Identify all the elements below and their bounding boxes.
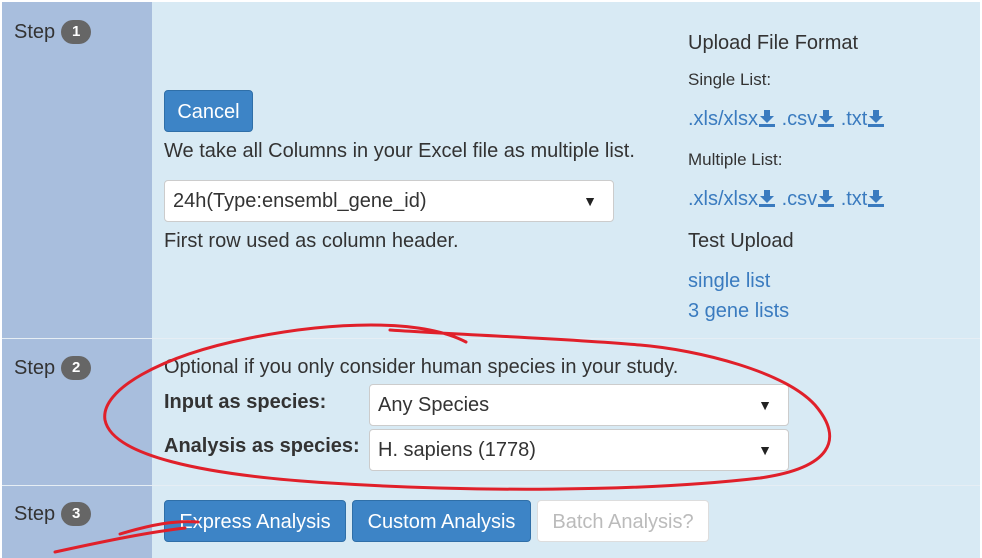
single-list-label: Single List: bbox=[688, 70, 772, 89]
multiple-list-label: Multiple List: bbox=[688, 150, 783, 169]
chevron-down-icon: ▼ bbox=[583, 193, 597, 209]
step1-label: Step 1 bbox=[14, 20, 92, 44]
download-txt-single[interactable]: .txt bbox=[841, 108, 868, 130]
download-icon[interactable] bbox=[758, 109, 776, 127]
step1-content: Cancel We take all Columns in your Excel… bbox=[152, 2, 980, 338]
download-xls-single[interactable]: .xls/xlsx bbox=[688, 108, 758, 130]
input-species-select[interactable]: Any Species ▼ bbox=[369, 384, 789, 426]
multiple-list-description: We take all Columns in your Excel file a… bbox=[164, 140, 635, 162]
download-csv-single[interactable]: .csv bbox=[782, 108, 818, 130]
step3-label: Step 3 bbox=[14, 502, 92, 526]
analysis-species-value: H. sapiens (1778) bbox=[378, 439, 536, 461]
download-icon[interactable] bbox=[867, 109, 885, 127]
header-note: First row used as column header. bbox=[164, 230, 459, 252]
input-species-value: Any Species bbox=[378, 394, 490, 416]
species-note: Optional if you only consider human spec… bbox=[164, 356, 679, 378]
input-species-label: Input as species: bbox=[164, 391, 327, 413]
step1-row: Step 1 Cancel We take all Columns in your… bbox=[2, 2, 980, 339]
chevron-down-icon: ▼ bbox=[758, 442, 772, 458]
download-txt-multiple[interactable]: .txt bbox=[841, 188, 868, 210]
test-gene-lists-link[interactable]: 3 gene lists bbox=[688, 300, 789, 323]
chevron-down-icon: ▼ bbox=[758, 397, 772, 413]
cancel-button[interactable]: Cancel bbox=[164, 90, 253, 132]
download-xls-multiple[interactable]: .xls/xlsx bbox=[688, 188, 758, 210]
download-icon[interactable] bbox=[867, 189, 885, 207]
column-select[interactable]: 24h(Type:ensembl_gene_id) ▼ bbox=[164, 180, 614, 222]
step2-label: Step 2 bbox=[14, 356, 92, 380]
test-single-list-link[interactable]: single list bbox=[688, 270, 770, 293]
step-label-text: Step bbox=[14, 21, 56, 43]
download-csv-multiple[interactable]: .csv bbox=[782, 188, 818, 210]
step3-content: Express Analysis Custom Analysis Batch A… bbox=[152, 486, 980, 558]
download-icon[interactable] bbox=[817, 109, 835, 127]
step2-row: Step 2 Optional if you only consider huma… bbox=[2, 339, 980, 486]
step2-badge: 2 bbox=[61, 356, 92, 380]
column-select-value: 24h(Type:ensembl_gene_id) bbox=[173, 190, 427, 212]
download-icon[interactable] bbox=[758, 189, 776, 207]
batch-analysis-button[interactable]: Batch Analysis? bbox=[537, 500, 709, 542]
step3-label-column: Step 3 bbox=[2, 486, 152, 558]
step1-label-column: Step 1 bbox=[2, 2, 152, 338]
test-upload-title: Test Upload bbox=[688, 230, 794, 252]
step2-label-column: Step 2 bbox=[2, 339, 152, 485]
step1-badge: 1 bbox=[61, 20, 92, 44]
download-icon[interactable] bbox=[817, 189, 835, 207]
single-list-downloads: .xls/xlsx .csv .txt bbox=[688, 108, 885, 131]
express-analysis-button[interactable]: Express Analysis bbox=[164, 500, 346, 542]
multiple-list-downloads: .xls/xlsx .csv .txt bbox=[688, 188, 885, 211]
analysis-species-label: Analysis as species: bbox=[164, 435, 360, 457]
step-label-text: Step bbox=[14, 357, 56, 379]
analysis-species-select[interactable]: H. sapiens (1778) ▼ bbox=[369, 429, 789, 471]
upload-format-title: Upload File Format bbox=[688, 32, 859, 54]
step-label-text: Step bbox=[14, 503, 56, 525]
step3-row: Step 3 Express Analysis Custom Analysis B… bbox=[2, 486, 980, 558]
step2-content: Optional if you only consider human spec… bbox=[152, 339, 980, 485]
custom-analysis-button[interactable]: Custom Analysis bbox=[352, 500, 531, 542]
step3-badge: 3 bbox=[61, 502, 92, 526]
